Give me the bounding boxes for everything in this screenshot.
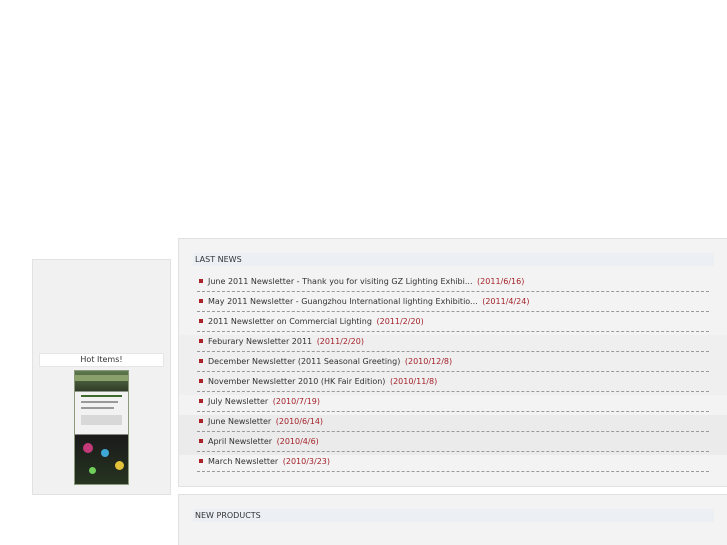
news-title[interactable]: June Newsletter — [208, 417, 271, 426]
hot-items-title: Hot Items! — [39, 353, 164, 367]
news-title[interactable]: May 2011 Newsletter - Guangzhou Internat… — [208, 297, 478, 306]
news-item[interactable]: May 2011 Newsletter - Guangzhou Internat… — [197, 292, 709, 312]
thumbnail-block — [81, 415, 122, 425]
news-title[interactable]: December Newsletter (2011 Seasonal Greet… — [208, 357, 400, 366]
bullet-icon — [199, 359, 203, 363]
news-title[interactable]: July Newsletter — [208, 397, 268, 406]
left-sidebar: Hot Items! — [32, 259, 171, 495]
news-item[interactable]: March Newsletter (2010/3/23) — [197, 452, 709, 472]
hot-item-thumbnail[interactable] — [74, 370, 129, 485]
news-list: June 2011 Newsletter - Thank you for vis… — [197, 272, 709, 472]
news-date: (2011/2/20) — [376, 317, 424, 326]
last-news-panel: LAST NEWS June 2011 Newsletter - Thank y… — [178, 238, 727, 487]
thumbnail-product-dot — [115, 461, 124, 470]
news-date: (2010/6/14) — [275, 417, 324, 426]
news-date: (2010/7/19) — [272, 397, 320, 406]
bullet-icon — [199, 439, 203, 443]
news-title[interactable]: Feburary Newsletter 2011 — [208, 337, 312, 346]
news-title[interactable]: June 2011 Newsletter - Thank you for vis… — [208, 277, 473, 286]
page: Hot Items! LAST NEWS June 2011 Newslette… — [0, 0, 727, 545]
thumbnail-product-dot — [83, 443, 93, 453]
news-date: (2010/3/23) — [282, 457, 330, 466]
news-item[interactable]: Feburary Newsletter 2011 (2011/2/20) — [197, 332, 709, 352]
news-date: (2011/2/20) — [316, 337, 364, 346]
thumbnail-line — [81, 395, 122, 397]
news-date: (2010/12/8) — [404, 357, 453, 366]
news-item[interactable]: June 2011 Newsletter - Thank you for vis… — [197, 272, 709, 292]
news-item[interactable]: November Newsletter 2010 (HK Fair Editio… — [197, 372, 709, 392]
news-item[interactable]: December Newsletter (2011 Seasonal Greet… — [197, 352, 709, 372]
bullet-icon — [199, 399, 203, 403]
news-date: (2010/11/8) — [389, 377, 438, 386]
news-title[interactable]: April Newsletter — [208, 437, 272, 446]
bullet-icon — [199, 339, 203, 343]
last-news-header: LAST NEWS — [193, 253, 714, 266]
new-products-panel: NEW PRODUCTS — [178, 494, 727, 545]
new-products-header: NEW PRODUCTS — [193, 509, 714, 522]
news-title[interactable]: November Newsletter 2010 (HK Fair Editio… — [208, 377, 385, 386]
news-item[interactable]: June Newsletter (2010/6/14) — [197, 412, 709, 432]
bullet-icon — [199, 379, 203, 383]
thumbnail-banner — [75, 375, 128, 381]
news-item[interactable]: July Newsletter (2010/7/19) — [197, 392, 709, 412]
news-date: (2010/4/6) — [276, 437, 319, 446]
bullet-icon — [199, 279, 203, 283]
news-date: (2011/4/24) — [482, 297, 530, 306]
thumbnail-line — [81, 401, 118, 403]
news-title[interactable]: March Newsletter — [208, 457, 278, 466]
news-item[interactable]: 2011 Newsletter on Commercial Lighting (… — [197, 312, 709, 332]
thumbnail-product-dot — [89, 467, 96, 474]
bullet-icon — [199, 299, 203, 303]
bullet-icon — [199, 319, 203, 323]
news-item[interactable]: April Newsletter (2010/4/6) — [197, 432, 709, 452]
bullet-icon — [199, 419, 203, 423]
news-title[interactable]: 2011 Newsletter on Commercial Lighting — [208, 317, 372, 326]
news-date: (2011/6/16) — [477, 277, 525, 286]
thumbnail-product-dot — [101, 449, 109, 457]
thumbnail-line — [81, 407, 114, 409]
bullet-icon — [199, 459, 203, 463]
